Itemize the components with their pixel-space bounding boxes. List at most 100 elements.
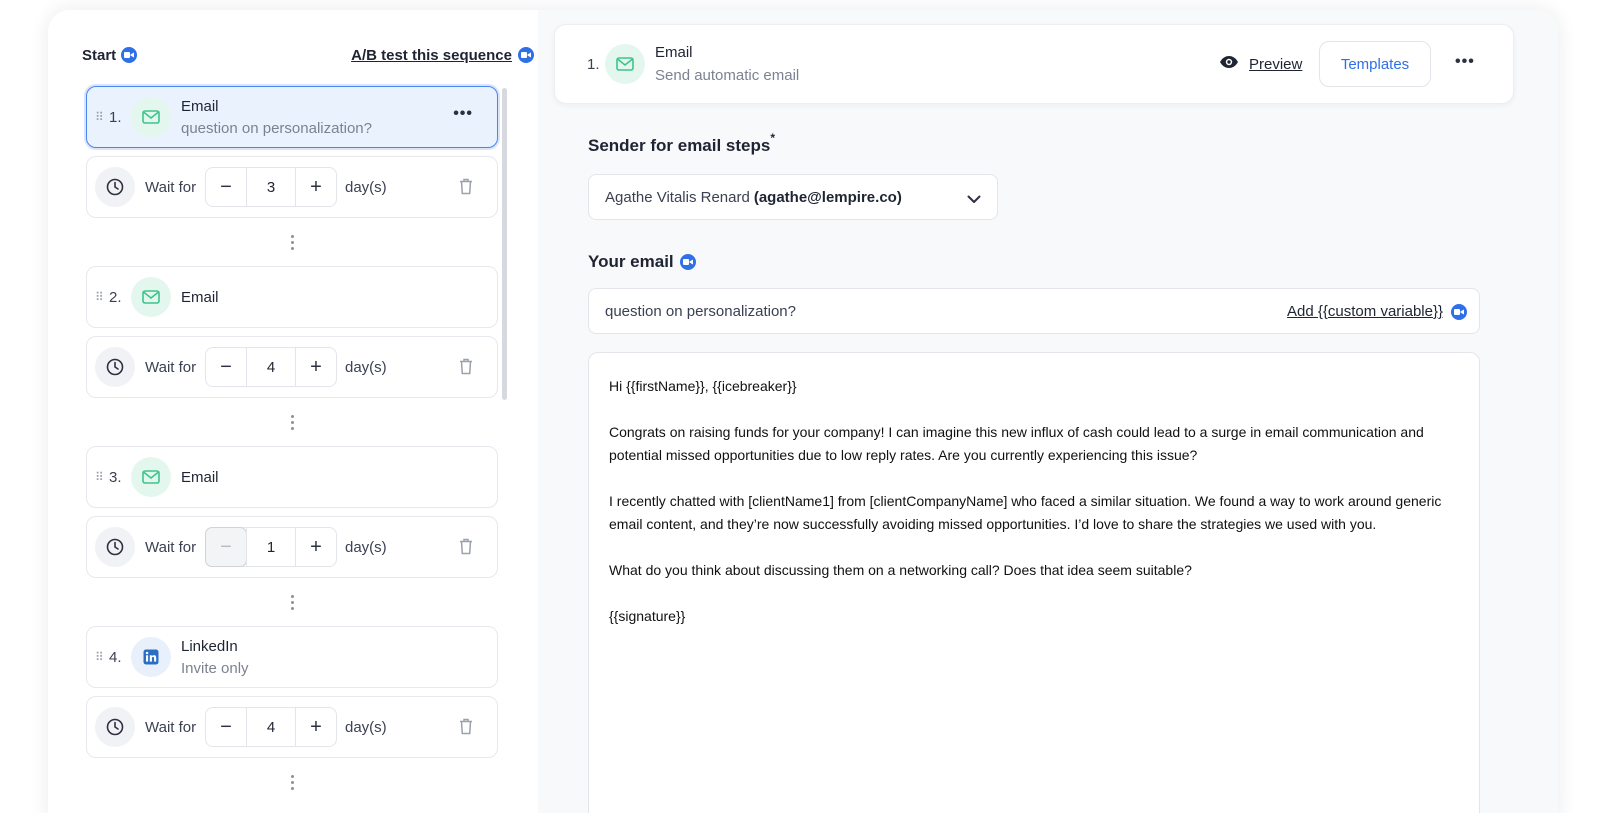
sender-label-text: Sender for email steps	[588, 136, 771, 155]
wait-label: Wait for	[145, 358, 197, 376]
decrement-button[interactable]: −	[206, 708, 246, 746]
trash-icon[interactable]	[459, 178, 473, 200]
increment-button[interactable]: +	[296, 528, 336, 566]
wait-label: Wait for	[145, 178, 197, 196]
sender-label: Sender for email steps*	[588, 131, 775, 156]
days-value[interactable]: 4	[246, 348, 296, 386]
email-body-paragraph: {{signature}}	[609, 608, 686, 624]
drag-handle-icon[interactable]: ⠿	[95, 110, 107, 124]
trash-icon[interactable]	[459, 538, 473, 560]
email-body-paragraph: Hi {{firstName}}, {{icebreaker}}	[609, 378, 797, 394]
sequence-step-2[interactable]: ⠿ 2. Email	[86, 266, 498, 328]
sequence-panel: Start A/B test this sequence ⠿ 1. Email …	[48, 10, 550, 813]
email-body-paragraph: Congrats on raising funds for your compa…	[609, 424, 1424, 463]
wait-step-2: Wait for − 4 + day(s)	[86, 336, 498, 398]
decrement-button[interactable]: −	[206, 168, 246, 206]
step-header-text: Email Send automatic email	[655, 44, 799, 84]
email-icon	[131, 277, 171, 317]
sender-email: (agathe@lempire.co)	[753, 188, 902, 206]
step-header-subtitle: Send automatic email	[655, 67, 800, 84]
ab-test-link[interactable]: A/B test this sequence	[351, 47, 534, 64]
clock-icon	[95, 707, 135, 747]
drag-handle-icon[interactable]: ⠿	[95, 650, 107, 664]
email-icon	[605, 44, 645, 84]
step-subtitle: Invite only	[181, 659, 249, 677]
step-header-title: Email	[655, 44, 693, 61]
step-connector	[86, 218, 498, 266]
sequence-steps: ⠿ 1. Email question on personalization? …	[86, 86, 498, 806]
ab-test-text: A/B test this sequence	[351, 46, 512, 64]
sequence-scrollbar[interactable]	[502, 88, 507, 400]
your-email-label: Your email	[588, 252, 696, 272]
add-variable-text: Add {{custom variable}}	[1287, 303, 1443, 320]
email-body-editor[interactable]: Hi {{firstName}}, {{icebreaker}} Congrat…	[588, 352, 1480, 813]
step-text: Email	[181, 289, 219, 306]
email-body-paragraph: I recently chatted with [clientName1] fr…	[609, 493, 1442, 532]
wait-step-3: Wait for − 1 + day(s)	[86, 516, 498, 578]
increment-button[interactable]: +	[296, 168, 336, 206]
step-text: Email question on personalization?	[181, 98, 372, 137]
trash-icon[interactable]	[459, 718, 473, 740]
chevron-down-icon	[967, 191, 981, 208]
eye-icon	[1219, 55, 1239, 73]
video-icon[interactable]	[679, 254, 696, 270]
trash-icon[interactable]	[459, 358, 473, 380]
days-value[interactable]: 3	[246, 168, 296, 206]
decrement-button[interactable]: −	[205, 527, 247, 567]
days-unit: day(s)	[345, 538, 387, 556]
step-number: 1.	[109, 108, 122, 126]
subject-input[interactable]: question on personalization? Add {{custo…	[588, 288, 1480, 334]
step-text: Email	[181, 469, 219, 486]
sequence-header: Start A/B test this sequence	[82, 44, 534, 66]
step-subtitle: question on personalization?	[181, 119, 372, 137]
sequence-step-1[interactable]: ⠿ 1. Email question on personalization? …	[86, 86, 498, 148]
days-stepper: − 3 +	[205, 167, 337, 207]
days-value[interactable]: 4	[246, 708, 296, 746]
step-title: Email	[181, 97, 219, 115]
your-email-text: Your email	[588, 252, 674, 271]
step-editor-panel: 1. Email Send automatic email Preview Te…	[538, 10, 1558, 813]
start-label: Start	[82, 46, 138, 64]
step-number: 1.	[587, 55, 600, 73]
decrement-button[interactable]: −	[206, 348, 246, 386]
days-value[interactable]: 1	[246, 528, 296, 566]
sequence-step-4[interactable]: ⠿ 4. LinkedIn Invite only	[86, 626, 498, 688]
video-icon[interactable]	[518, 47, 534, 63]
wait-step-4: Wait for − 4 + day(s)	[86, 696, 498, 758]
days-unit: day(s)	[345, 718, 387, 736]
linkedin-icon	[131, 637, 171, 677]
video-icon[interactable]	[1451, 303, 1467, 320]
step-number: 4.	[109, 648, 122, 666]
step-title: LinkedIn	[181, 637, 238, 655]
days-stepper: − 1 +	[205, 527, 337, 567]
days-stepper: − 4 +	[205, 347, 337, 387]
increment-button[interactable]: +	[296, 708, 336, 746]
clock-icon	[95, 347, 135, 387]
step-number: 2.	[109, 288, 122, 306]
step-title: Email	[181, 288, 219, 306]
step-text: LinkedIn Invite only	[181, 638, 249, 677]
wait-step-1: Wait for − 3 + day(s)	[86, 156, 498, 218]
step-connector	[86, 398, 498, 446]
days-unit: day(s)	[345, 358, 387, 376]
preview-link[interactable]: Preview	[1219, 55, 1302, 73]
step-connector	[86, 758, 498, 806]
sender-name: Agathe Vitalis Renard	[605, 188, 750, 206]
add-custom-variable-link[interactable]: Add {{custom variable}}	[1287, 303, 1467, 320]
more-dots-icon[interactable]: •••	[453, 105, 473, 123]
start-text: Start	[82, 46, 117, 64]
templates-button[interactable]: Templates	[1319, 41, 1431, 87]
step-connector	[86, 578, 498, 626]
step-title: Email	[181, 468, 219, 486]
step-header-card: 1. Email Send automatic email Preview Te…	[554, 24, 1514, 104]
video-icon[interactable]	[121, 47, 138, 63]
more-dots-icon[interactable]: •••	[1455, 53, 1475, 71]
sender-select[interactable]: Agathe Vitalis Renard (agathe@lempire.co…	[588, 174, 998, 220]
wait-label: Wait for	[145, 718, 197, 736]
drag-handle-icon[interactable]: ⠿	[95, 290, 107, 304]
drag-handle-icon[interactable]: ⠿	[95, 470, 107, 484]
step-number: 3.	[109, 468, 122, 486]
sequence-step-3[interactable]: ⠿ 3. Email	[86, 446, 498, 508]
required-mark: *	[770, 131, 776, 145]
increment-button[interactable]: +	[296, 348, 336, 386]
